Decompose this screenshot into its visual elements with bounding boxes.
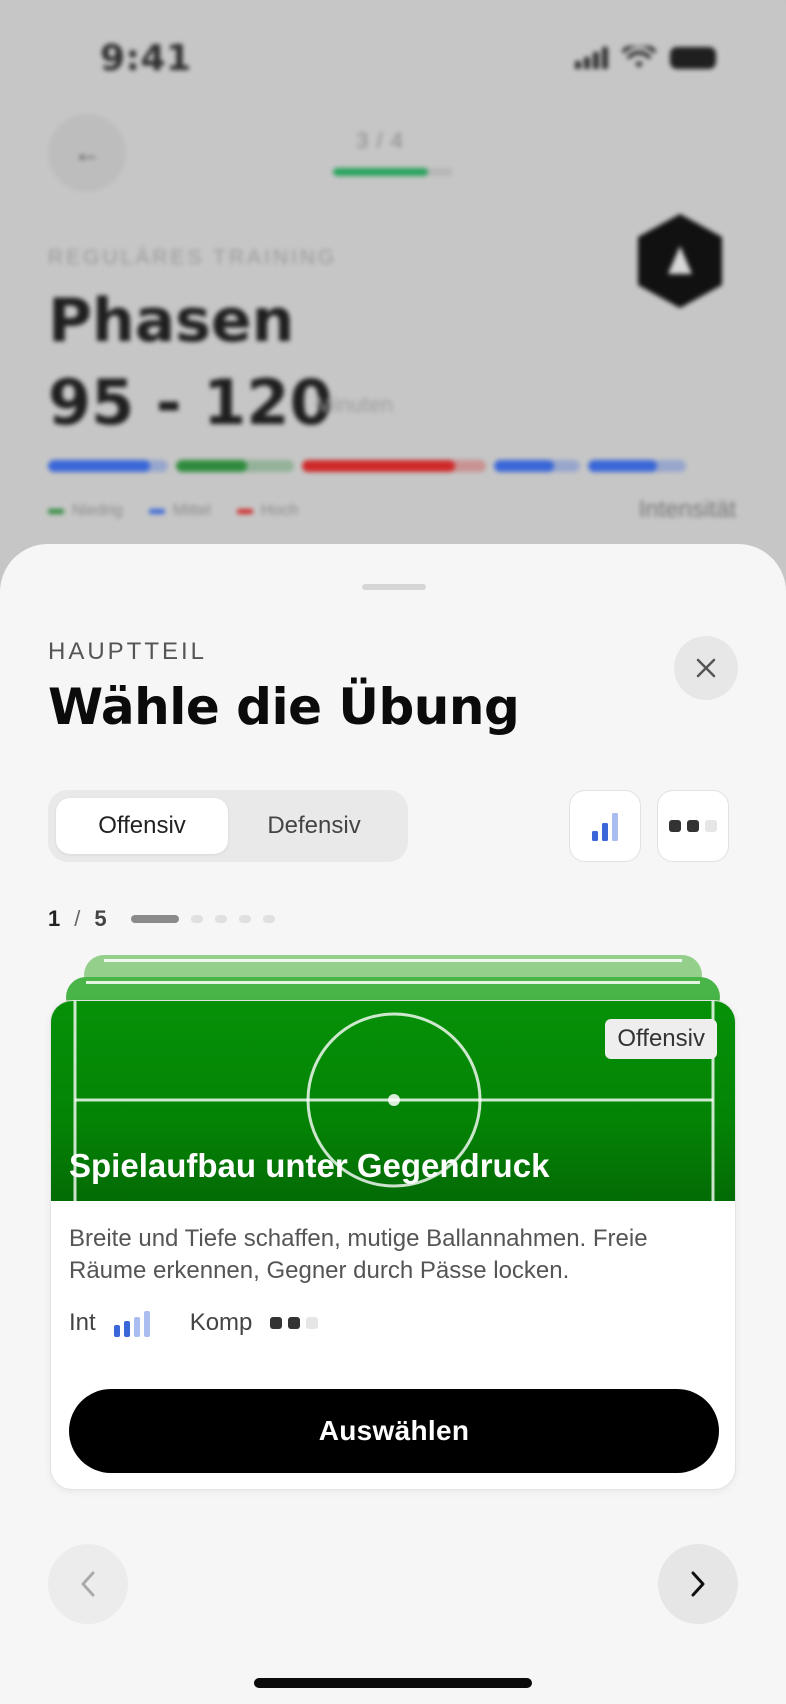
legend-swatch [148,508,165,514]
phase-segment [302,460,486,472]
intensity-timeline [48,460,738,472]
phase-segment [176,460,294,472]
phase-segment-fill [588,460,657,472]
legend-label: Mittel [172,502,211,519]
card-meta: Int Komp [69,1309,342,1337]
pager-dot[interactable] [262,915,275,923]
complexity-dots-icon [270,1317,319,1329]
intensity-filter-button[interactable] [569,790,641,862]
next-card-button[interactable] [658,1544,738,1624]
intensity-bar [133,1317,140,1337]
previous-card-button[interactable] [48,1544,128,1624]
pager-dot[interactable] [238,915,251,923]
sheet-title: Wähle die Übung [48,678,520,736]
phase-segment-fill [302,460,455,472]
card-description: Breite und Tiefe schaffen, mutige Ballan… [69,1225,648,1284]
status-time: 9:41 [100,38,192,79]
legend-item: Niedrig [48,502,123,520]
intensity-bars-icon [113,1309,150,1337]
page-title: Phasen [48,286,295,356]
wifi-icon [622,46,656,68]
arrow-left-icon: ← [73,137,101,168]
step-progress-fill [333,168,428,176]
intensity-label: Intensität [638,496,736,523]
category-segmented-control: Offensiv Defensiv [48,790,408,862]
phase-segment-fill [48,460,150,472]
chevron-left-icon [81,1571,95,1597]
signal-icon [575,47,608,69]
pager-current: 1 [48,906,61,931]
legend-item: Mittel [148,502,211,520]
complexity-dots-icon [669,820,717,832]
intensity-bar [123,1321,130,1337]
intensity-bar [113,1325,120,1337]
legend-swatch [236,508,253,514]
card-title: Spielaufbau unter Gegendruck [69,1147,550,1184]
pager-total: 5 [94,906,107,931]
duration-unit: Minuten [315,392,394,417]
select-button[interactable]: Auswählen [69,1389,719,1473]
card-pager: 1 / 5 [48,906,275,932]
intensity-meta-label: Int [69,1309,96,1336]
sheet-eyebrow: HAUPTTEIL [48,638,208,665]
pager-dots [130,915,275,923]
legend-label: Niedrig [72,502,123,519]
complexity-dot [270,1317,283,1329]
close-button[interactable] [674,636,738,700]
segment-defensiv[interactable]: Defensiv [228,798,400,854]
pager-dot-active[interactable] [130,915,179,923]
exercise-card[interactable]: Offensiv Spielaufbau unter Gegendruck Br… [50,1000,736,1490]
phase-segment-fill [494,460,555,472]
status-icons [575,46,716,70]
duration-value: 95 - 120 [48,366,333,439]
legend-item: Hoch [236,502,299,520]
complexity-dot [288,1317,301,1329]
intensity-legend: Niedrig Mittel Hoch [48,502,298,520]
sheet-grabber[interactable] [362,584,426,590]
complexity-meta-label: Komp [189,1309,253,1336]
intensity-bar [143,1311,150,1337]
segment-offensiv[interactable]: Offensiv [56,798,228,854]
phase-segment-fill [176,460,247,472]
complexity-dot [306,1317,319,1329]
phase-segment [48,460,168,472]
pager-dot[interactable] [190,915,203,923]
back-button[interactable]: ← [48,114,126,192]
status-bar: 9:41 [0,0,786,120]
complexity-filter-button[interactable] [657,790,729,862]
pager-separator: / [74,906,81,931]
intensity-bars-icon [592,813,618,841]
step-progress-bar [333,168,453,176]
training-type-label: REGULÄRES TRAINING [48,246,338,269]
pager-dot[interactable] [214,915,227,923]
home-indicator[interactable] [254,1678,532,1688]
pitch-image: Offensiv Spielaufbau unter Gegendruck [51,1001,735,1201]
phase-segment [588,460,686,472]
exercise-sheet: HAUPTTEIL Wähle die Übung Offensiv Defen… [0,544,786,1704]
legend-label: Hoch [260,502,299,519]
complexity-meta: Komp [190,1309,319,1337]
legend-swatch [48,508,64,514]
close-icon [696,658,716,678]
chevron-right-icon [691,1571,705,1597]
battery-icon [670,47,716,69]
card-category-tag: Offensiv [605,1019,717,1059]
phase-segment [494,460,580,472]
intensity-meta: Int [69,1309,150,1337]
hexagon-badge-icon [638,214,722,308]
step-indicator: 3 / 4 [356,128,404,153]
